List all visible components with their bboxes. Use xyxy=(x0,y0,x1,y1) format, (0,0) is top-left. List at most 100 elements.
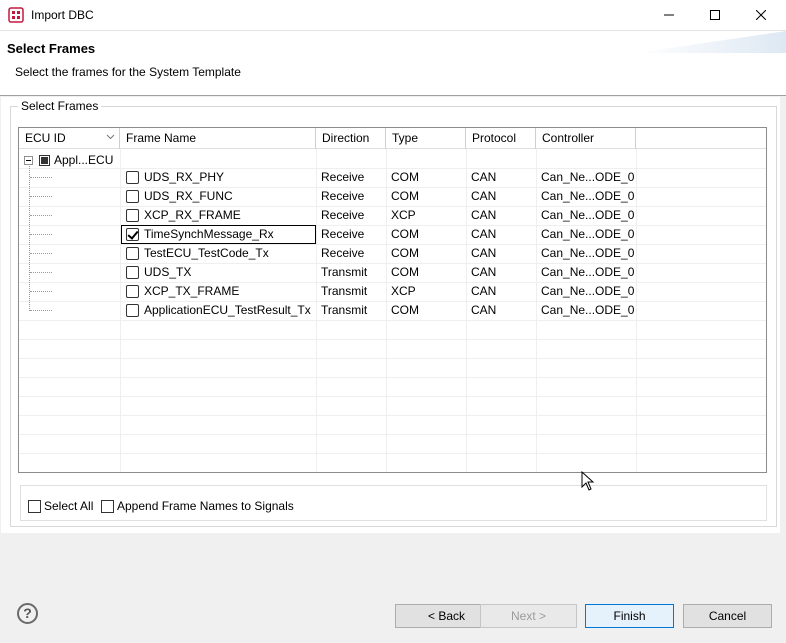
checkbox-box[interactable] xyxy=(28,499,41,513)
frame-direction: Transmit xyxy=(321,303,368,317)
column-header-frame-name[interactable]: Frame Name xyxy=(120,128,316,149)
frame-checkbox[interactable] xyxy=(126,266,139,279)
column-header-protocol[interactable]: Protocol xyxy=(466,128,536,149)
app-icon xyxy=(8,7,24,23)
grid-line xyxy=(19,434,766,435)
finish-button[interactable]: Finish xyxy=(585,604,674,628)
table-row[interactable]: TimeSynchMessage_Rx Receive COM CAN Can_Ne..… xyxy=(19,225,766,244)
tree-root-ecu[interactable]: Appl...ECU xyxy=(24,152,113,168)
frame-protocol: CAN xyxy=(471,208,497,222)
column-header-controller[interactable]: Controller xyxy=(536,128,636,149)
frame-controller: Can_Ne...ODE_0 xyxy=(541,303,635,317)
table-row[interactable]: UDS_TX Transmit COM CAN Can_Ne...ODE_0 xyxy=(19,263,766,282)
grid-line xyxy=(19,358,766,359)
frame-protocol: CAN xyxy=(471,303,497,317)
minimize-button[interactable] xyxy=(646,0,692,30)
frame-type: COM xyxy=(391,303,419,317)
frame-direction: Receive xyxy=(321,246,365,260)
tree-connector xyxy=(30,272,52,273)
grid-line xyxy=(19,320,766,321)
table-row[interactable]: TestECU_TestCode_Tx Receive COM CAN Can_Ne..… xyxy=(19,244,766,263)
frame-type: COM xyxy=(391,246,419,260)
tree-connector xyxy=(30,177,52,178)
partial-checkbox[interactable] xyxy=(39,154,50,166)
frame-checkbox[interactable] xyxy=(126,190,139,203)
frame-checkbox[interactable] xyxy=(126,171,139,184)
frame-type: COM xyxy=(391,189,419,203)
column-label: Type xyxy=(392,131,419,145)
header-decoration xyxy=(636,31,786,53)
grid-line xyxy=(19,396,766,397)
append-frame-names-checkbox[interactable]: Append Frame Names to Signals xyxy=(101,499,294,513)
column-header-type[interactable]: Type xyxy=(386,128,466,149)
help-button[interactable]: ? xyxy=(17,603,38,624)
frame-direction: Receive xyxy=(321,208,365,222)
frame-checkbox[interactable] xyxy=(126,247,139,260)
frame-type: XCP xyxy=(391,208,416,222)
grid-line xyxy=(19,472,766,473)
frame-direction: Receive xyxy=(321,170,365,184)
grid-line xyxy=(19,377,766,378)
tree-connector xyxy=(30,215,52,216)
table-row[interactable]: XCP_RX_FRAME Receive XCP CAN Can_Ne...ODE_0 xyxy=(19,206,766,225)
group-label: Select Frames xyxy=(18,99,102,113)
page-description: Select the frames for the System Templat… xyxy=(15,65,241,79)
select-all-checkbox[interactable]: Select All xyxy=(28,499,93,513)
tree-connector xyxy=(30,310,52,311)
frame-controller: Can_Ne...ODE_0 xyxy=(541,265,635,279)
grid-line xyxy=(19,453,766,454)
column-label: Frame Name xyxy=(126,131,197,145)
maximize-button[interactable] xyxy=(692,0,738,30)
page-title: Select Frames xyxy=(7,41,96,56)
frame-protocol: CAN xyxy=(471,170,497,184)
frame-name: TimeSynchMessage_Rx xyxy=(144,227,274,241)
frame-protocol: CAN xyxy=(471,189,497,203)
frame-controller: Can_Ne...ODE_0 xyxy=(541,189,635,203)
frame-controller: Can_Ne...ODE_0 xyxy=(541,227,635,241)
frame-type: COM xyxy=(391,227,419,241)
frame-controller: Can_Ne...ODE_0 xyxy=(541,170,635,184)
mouse-cursor-icon xyxy=(581,471,595,491)
frame-direction: Transmit xyxy=(321,265,368,279)
frame-direction: Transmit xyxy=(321,284,368,298)
frame-name: TestECU_TestCode_Tx xyxy=(144,246,269,260)
table-row[interactable]: ApplicationECU_TestResult_Tx Transmit COM C… xyxy=(19,301,766,320)
column-label: ECU ID xyxy=(25,131,66,145)
frame-protocol: CAN xyxy=(471,227,497,241)
frame-name: UDS_RX_PHY xyxy=(144,170,225,184)
frame-checkbox[interactable] xyxy=(126,209,139,222)
checkbox-box[interactable] xyxy=(101,499,114,513)
table-row[interactable]: XCP_TX_FRAME Transmit XCP CAN Can_Ne...ODE_0 xyxy=(19,282,766,301)
close-icon xyxy=(756,10,766,20)
table-row[interactable]: UDS_RX_PHY Receive COM CAN Can_Ne...ODE_0 xyxy=(19,168,766,187)
frame-checkbox[interactable] xyxy=(126,304,139,317)
tree-root-label: Appl...ECU xyxy=(54,153,114,167)
column-header-direction[interactable]: Direction xyxy=(316,128,386,149)
frame-type: COM xyxy=(391,265,419,279)
table-row[interactable]: UDS_RX_FUNC Receive COM CAN Can_Ne...ODE_0 xyxy=(19,187,766,206)
frame-protocol: CAN xyxy=(471,246,497,260)
frame-protocol: CAN xyxy=(471,265,497,279)
window-title: Import DBC xyxy=(31,8,94,22)
cancel-button[interactable]: Cancel xyxy=(683,604,772,628)
close-button[interactable] xyxy=(738,0,784,30)
frame-checkbox[interactable] xyxy=(126,228,139,241)
column-header-ecu-id[interactable]: ECU ID xyxy=(19,128,120,149)
frame-controller: Can_Ne...ODE_0 xyxy=(541,246,635,260)
frame-type: COM xyxy=(391,170,419,184)
frame-name: UDS_TX xyxy=(144,265,192,279)
column-label: Controller xyxy=(542,131,595,145)
frames-table[interactable]: ECU ID Frame Name Direction Type Protoco… xyxy=(18,127,767,473)
frame-direction: Receive xyxy=(321,227,365,241)
frame-checkbox[interactable] xyxy=(126,285,139,298)
next-button[interactable]: Next > xyxy=(480,604,577,628)
table-header: ECU ID Frame Name Direction Type Protoco… xyxy=(19,128,766,149)
column-label: Direction xyxy=(322,131,370,145)
window-titlebar: Import DBC xyxy=(0,0,786,31)
frame-type: XCP xyxy=(391,284,416,298)
frame-name: ApplicationECU_TestResult_Tx xyxy=(144,303,311,317)
tree-connector xyxy=(30,291,52,292)
select-all-label: Select All xyxy=(44,499,94,513)
append-frame-names-label: Append Frame Names to Signals xyxy=(117,499,294,513)
frame-controller: Can_Ne...ODE_0 xyxy=(541,284,635,298)
